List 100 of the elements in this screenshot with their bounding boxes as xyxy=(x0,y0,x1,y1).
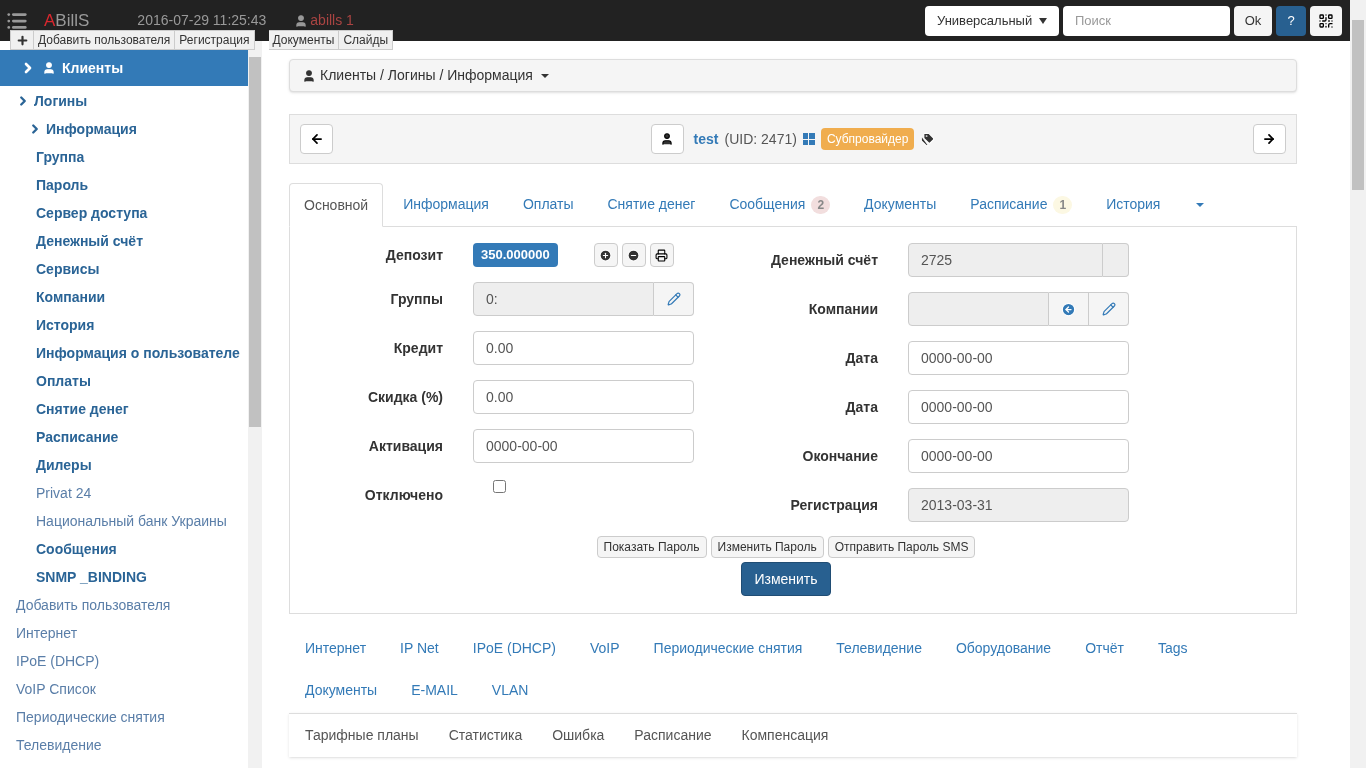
sidebar-item[interactable]: IPoE (DHCP) xyxy=(16,650,100,672)
user-icon xyxy=(42,61,56,75)
search-field[interactable]: Поиск xyxy=(1063,5,1230,36)
sub-tab[interactable]: Компенсация xyxy=(741,725,829,746)
search-type-select[interactable]: Универсальный xyxy=(925,5,1059,36)
text-field[interactable]: 0.00 xyxy=(473,380,694,414)
sidebar-item[interactable]: VoIP Список xyxy=(16,678,96,700)
sidebar-header[interactable]: Клиенты xyxy=(0,50,248,86)
password-button[interactable]: Изменить Пароль xyxy=(710,536,824,558)
tab[interactable]: Оплаты xyxy=(508,183,588,226)
sidebar-item[interactable]: Денежный счёт xyxy=(36,230,144,252)
user-button[interactable] xyxy=(650,124,684,154)
ok-button[interactable]: Ok xyxy=(1234,5,1272,36)
field-label: Скидка (%) xyxy=(366,387,443,407)
companies-field[interactable] xyxy=(908,292,1049,326)
tab[interactable]: Сообщения 2 xyxy=(715,183,845,226)
text-field[interactable]: 0000-00-00 xyxy=(473,429,694,463)
password-button[interactable]: Показать Пароль xyxy=(596,536,707,558)
tab[interactable]: Документы xyxy=(850,183,951,226)
service-link[interactable]: Tags xyxy=(1157,638,1188,659)
sidebar-item[interactable]: Пароль xyxy=(36,174,89,196)
text-field[interactable]: 0000-00-00 xyxy=(908,439,1129,473)
qr-code-button[interactable] xyxy=(1310,5,1342,36)
text-field[interactable]: 2013-03-31 xyxy=(908,488,1129,522)
service-link[interactable]: IP Net xyxy=(400,638,439,659)
sidebar-item[interactable]: Добавить пользователя xyxy=(16,594,171,616)
service-link[interactable]: IPoE (DHCP) xyxy=(472,638,556,659)
service-link[interactable]: VLAN xyxy=(491,680,529,701)
sidebar-item[interactable]: Компании xyxy=(36,286,106,308)
sidebar-item[interactable]: Информация о пользователе xyxy=(36,342,240,364)
sidebar-item[interactable]: SNMP _BINDING xyxy=(36,566,147,588)
sidebar-header-label: Клиенты xyxy=(62,58,124,78)
text-field[interactable]: 0.00 xyxy=(473,331,694,365)
tab[interactable]: Основной xyxy=(289,183,384,227)
sidebar-item[interactable]: Периодические снятия xyxy=(16,706,165,728)
sidebar-item[interactable]: Телевидение xyxy=(16,734,102,756)
service-link[interactable]: Телевидение xyxy=(836,638,922,659)
sub-tab[interactable]: Статистика xyxy=(448,725,523,746)
sidebar-item[interactable]: Сообщения xyxy=(36,538,117,560)
sidebar-item[interactable]: Расписание xyxy=(36,426,119,448)
text-field[interactable]: 0000-00-00 xyxy=(908,341,1129,375)
sub-tab[interactable]: Ошибка xyxy=(552,725,605,746)
sidebar-item[interactable]: История xyxy=(36,314,95,336)
print-button[interactable] xyxy=(649,243,674,267)
sidebar-item[interactable]: Логины xyxy=(16,90,88,112)
password-button[interactable]: Отправить Пароль SMS xyxy=(827,536,976,558)
quick-menu-button[interactable]: Документы xyxy=(268,30,340,50)
quick-menu-button[interactable]: Добавить пользователя xyxy=(34,30,176,50)
service-link[interactable]: Документы xyxy=(305,680,378,701)
dropdown-caret-icon xyxy=(1196,202,1205,207)
sidebar-item[interactable]: Интернет xyxy=(16,622,78,644)
sidebar-item[interactable]: Сервисы xyxy=(36,258,100,280)
breadcrumb[interactable]: Клиенты / Логины / Информация xyxy=(320,65,533,86)
add-button[interactable] xyxy=(593,243,618,267)
account-field[interactable]: 2725 xyxy=(908,243,1103,277)
user-uid: (UID: 2471) xyxy=(724,129,797,149)
edit-button[interactable] xyxy=(654,282,694,316)
groups-field[interactable]: 0: xyxy=(473,282,654,316)
field-addon xyxy=(1103,243,1129,277)
edit-button[interactable] xyxy=(1089,292,1129,326)
service-link[interactable]: Оборудование xyxy=(955,638,1052,659)
status-badge: Субпровайдер xyxy=(820,128,915,150)
tab[interactable]: Снятие денег xyxy=(593,183,710,226)
service-link[interactable]: Отчёт xyxy=(1085,638,1124,659)
sidebar-item[interactable]: Информация xyxy=(28,118,137,140)
sidebar-item[interactable]: Дилеры xyxy=(36,454,92,476)
date-time: 2016-07-29 11:25:43 xyxy=(137,11,267,30)
sidebar-item[interactable]: Национальный банк Украины xyxy=(36,510,227,532)
sidebar-item[interactable]: Сервер доступа xyxy=(36,202,148,224)
sidebar-scrollbar[interactable] xyxy=(248,41,262,768)
previous-button[interactable] xyxy=(300,124,333,154)
service-link[interactable]: Периодические снятия xyxy=(653,638,803,659)
quick-menu-button[interactable]: Слайды xyxy=(339,30,394,50)
back-button[interactable] xyxy=(1049,292,1089,326)
dropdown-caret-icon[interactable] xyxy=(540,73,549,78)
service-link[interactable]: Интернет xyxy=(305,638,367,659)
sidebar-item[interactable]: Группа xyxy=(36,146,85,168)
quick-menu-button[interactable]: Регистрация xyxy=(175,30,255,50)
user-icon xyxy=(302,68,316,83)
checkbox[interactable] xyxy=(493,480,506,493)
field-label: Денежный счёт xyxy=(769,250,878,270)
subtract-button[interactable] xyxy=(621,243,646,267)
text-field[interactable]: 0000-00-00 xyxy=(908,390,1129,424)
next-button[interactable] xyxy=(1253,124,1286,154)
tab[interactable]: Расписание 1 xyxy=(956,183,1087,226)
user-login[interactable]: test xyxy=(693,128,719,150)
service-link[interactable]: E-MAIL xyxy=(411,680,458,701)
field-label: Регистрация xyxy=(789,495,878,515)
page-scrollbar[interactable] xyxy=(1350,0,1366,768)
sub-tab[interactable]: Тарифные планы xyxy=(305,725,419,746)
tab[interactable]: История xyxy=(1092,183,1175,226)
add-button[interactable] xyxy=(10,30,34,50)
sidebar-item[interactable]: Оплаты xyxy=(36,370,91,392)
sidebar-item[interactable]: Privat 24 xyxy=(36,482,92,504)
tab[interactable]: Информация xyxy=(389,183,503,226)
service-link[interactable]: VoIP xyxy=(590,638,620,659)
help-button[interactable]: ? xyxy=(1276,5,1306,36)
sidebar-item[interactable]: Снятие денег xyxy=(36,398,129,420)
sub-tab[interactable]: Расписание xyxy=(634,725,712,746)
submit-button[interactable]: Изменить xyxy=(741,562,831,596)
